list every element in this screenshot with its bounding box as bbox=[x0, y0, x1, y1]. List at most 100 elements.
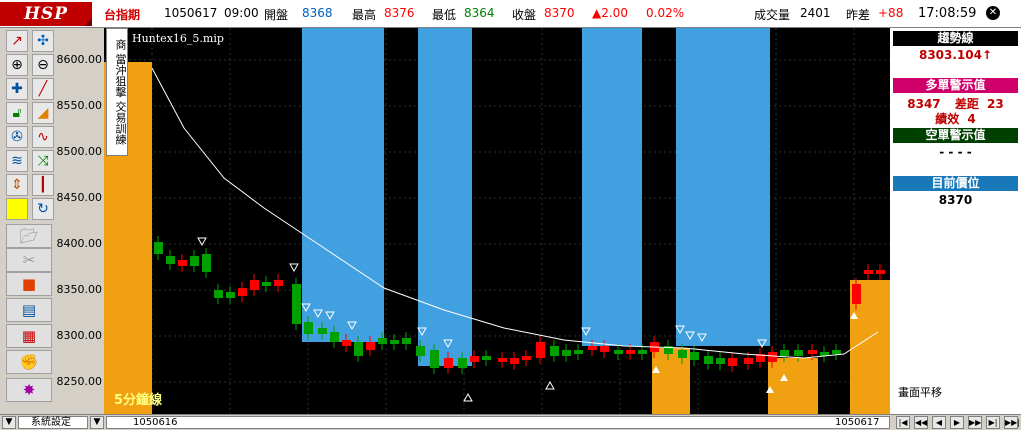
candle-body bbox=[808, 350, 817, 354]
long-signal-marker bbox=[545, 380, 555, 390]
drawing-toolbar: ↗ ✣ ⊕ ⊖ ✚ ╱ 🔓︎ ◢ ✇ ∿ ≋ ⤨ ⇕ ┃ ↻ 📂︎ ✂ ■ ▤ … bbox=[0, 28, 60, 414]
volume-value: 2401 bbox=[800, 6, 831, 20]
quote-time: 09:00 bbox=[224, 6, 259, 20]
dropdown-toggle[interactable]: ▼ bbox=[2, 416, 16, 429]
candle-body bbox=[510, 358, 519, 364]
split-tool-button[interactable]: ✣ bbox=[32, 30, 54, 52]
stop-button[interactable]: ■ bbox=[6, 272, 52, 296]
trend-header: 趨勢線 bbox=[893, 31, 1018, 46]
price-chart[interactable]: Huntex16_5.mip 5分鐘線 bbox=[104, 28, 890, 414]
angle-tool-button[interactable]: ◢ bbox=[32, 102, 54, 124]
zoom-out-button[interactable]: ⊖ bbox=[32, 54, 54, 76]
grid-icon: ▦ bbox=[21, 327, 37, 345]
step-forward-button[interactable]: ▶ bbox=[950, 416, 964, 429]
candle-body bbox=[470, 356, 479, 362]
up-down-button[interactable]: ⇕ bbox=[6, 174, 28, 196]
open-folder-button[interactable]: 📂︎ bbox=[6, 224, 52, 248]
close-window-button[interactable]: ✕ bbox=[986, 6, 1000, 20]
pattern-icon: ≋ bbox=[11, 153, 23, 169]
refresh-button[interactable]: ↻ bbox=[32, 198, 54, 220]
fast-back-button[interactable]: ◀◀ bbox=[914, 416, 928, 429]
candle-body bbox=[378, 338, 387, 344]
wave-tool-button[interactable]: ∿ bbox=[32, 126, 54, 148]
candle-body bbox=[330, 332, 339, 342]
lock-button[interactable]: 🔓︎ bbox=[6, 102, 28, 124]
high-value: 8376 bbox=[384, 6, 415, 20]
settings-select[interactable]: 系統設定 bbox=[18, 416, 88, 429]
pattern-tool-button[interactable]: ≋ bbox=[6, 150, 28, 172]
chart-canvas bbox=[104, 28, 890, 414]
crosshair-button[interactable]: ✚ bbox=[6, 78, 28, 100]
triangle-down-icon: ▼ bbox=[93, 417, 101, 427]
square-icon: ■ bbox=[21, 275, 37, 293]
status-bar: ▼ 系統設定 ▼ 1050616 1050617 |◀ ◀◀ ◀ ▶ ▶▶ ▶|… bbox=[0, 414, 1021, 430]
candle-body bbox=[704, 356, 713, 364]
candle-body bbox=[274, 280, 283, 286]
candle-body bbox=[864, 270, 873, 274]
trend-value: 8303.104↑ bbox=[918, 48, 993, 62]
volume-label: 成交量 bbox=[754, 8, 791, 22]
candle-body bbox=[600, 346, 609, 352]
y-tick-label: 8550.00 bbox=[56, 99, 103, 112]
candle-button[interactable]: ┃ bbox=[32, 174, 54, 196]
close-value: 8370 bbox=[544, 6, 575, 20]
cross-wave-button[interactable]: ⤨ bbox=[32, 150, 54, 172]
step-forward-icon: ▶ bbox=[953, 418, 961, 427]
diff-value: +88 bbox=[878, 6, 904, 20]
wave-icon: ∿ bbox=[37, 129, 49, 145]
low-value: 8364 bbox=[464, 6, 495, 20]
candle-body bbox=[354, 342, 363, 356]
fast-forward-button[interactable]: ▶▶ bbox=[968, 416, 982, 429]
long-diff-value: 23 bbox=[987, 97, 1004, 111]
settings-dropdown-button[interactable]: ▼ bbox=[90, 416, 104, 429]
burst-button[interactable]: ✸ bbox=[6, 378, 52, 402]
boxing-button[interactable]: ✊ bbox=[6, 350, 52, 374]
crosshair-icon: ✚ bbox=[11, 81, 23, 97]
long-diff-label: 差距 bbox=[954, 97, 979, 111]
y-tick-label: 8400.00 bbox=[56, 237, 103, 250]
zoom-in-icon: ⊕ bbox=[11, 57, 23, 73]
candle-body bbox=[214, 290, 223, 298]
report-icon: ▤ bbox=[21, 301, 37, 319]
up-down-icon: ⇕ bbox=[11, 177, 23, 193]
scroll-end-button[interactable]: ▶▶| bbox=[1004, 416, 1020, 429]
trendline-tool-button[interactable]: ↗ bbox=[6, 30, 28, 52]
candle-body bbox=[690, 352, 699, 360]
signal-zone bbox=[676, 28, 770, 346]
candle-body bbox=[744, 358, 753, 364]
step-back-button[interactable]: ◀ bbox=[932, 416, 946, 429]
scissors-button[interactable]: ✂ bbox=[6, 248, 52, 272]
position-header: 目前價位 bbox=[893, 176, 1018, 191]
candle-body bbox=[190, 256, 199, 266]
first-page-button[interactable]: |◀ bbox=[896, 416, 910, 429]
folder-icon: 📂︎ bbox=[19, 227, 39, 245]
step-back-icon: ◀ bbox=[935, 418, 943, 427]
fan-tool-button[interactable]: ✇ bbox=[6, 126, 28, 148]
time-axis-end: 1050617 bbox=[835, 417, 880, 428]
short-alert-value: - - - - bbox=[939, 145, 972, 159]
candle-body bbox=[390, 340, 399, 344]
report-button[interactable]: ▤ bbox=[6, 298, 52, 322]
line-icon: ╱ bbox=[38, 81, 48, 97]
grid-button[interactable]: ▦ bbox=[6, 324, 52, 348]
high-label: 最高 bbox=[352, 8, 377, 22]
file-label: Huntex16_5.mip bbox=[132, 32, 224, 45]
candle-body bbox=[430, 350, 439, 368]
candle-body bbox=[550, 346, 559, 356]
candle-body bbox=[536, 342, 545, 358]
candle-body bbox=[262, 282, 271, 286]
last-page-button[interactable]: ▶| bbox=[986, 416, 1000, 429]
scissors-icon: ✂ bbox=[22, 251, 36, 269]
candle-body bbox=[458, 358, 467, 368]
candle-body bbox=[250, 280, 259, 290]
candle-body bbox=[794, 350, 803, 356]
color-button[interactable] bbox=[6, 198, 28, 220]
candle-body bbox=[588, 346, 597, 350]
lock-icon: 🔓︎ bbox=[12, 105, 22, 121]
zoom-in-button[interactable]: ⊕ bbox=[6, 54, 28, 76]
y-tick-label: 8250.00 bbox=[56, 375, 103, 388]
candle-body bbox=[366, 342, 375, 350]
line-tool-button[interactable]: ╱ bbox=[32, 78, 54, 100]
candle-body bbox=[342, 340, 351, 346]
diff-label: 昨差 bbox=[846, 8, 871, 22]
